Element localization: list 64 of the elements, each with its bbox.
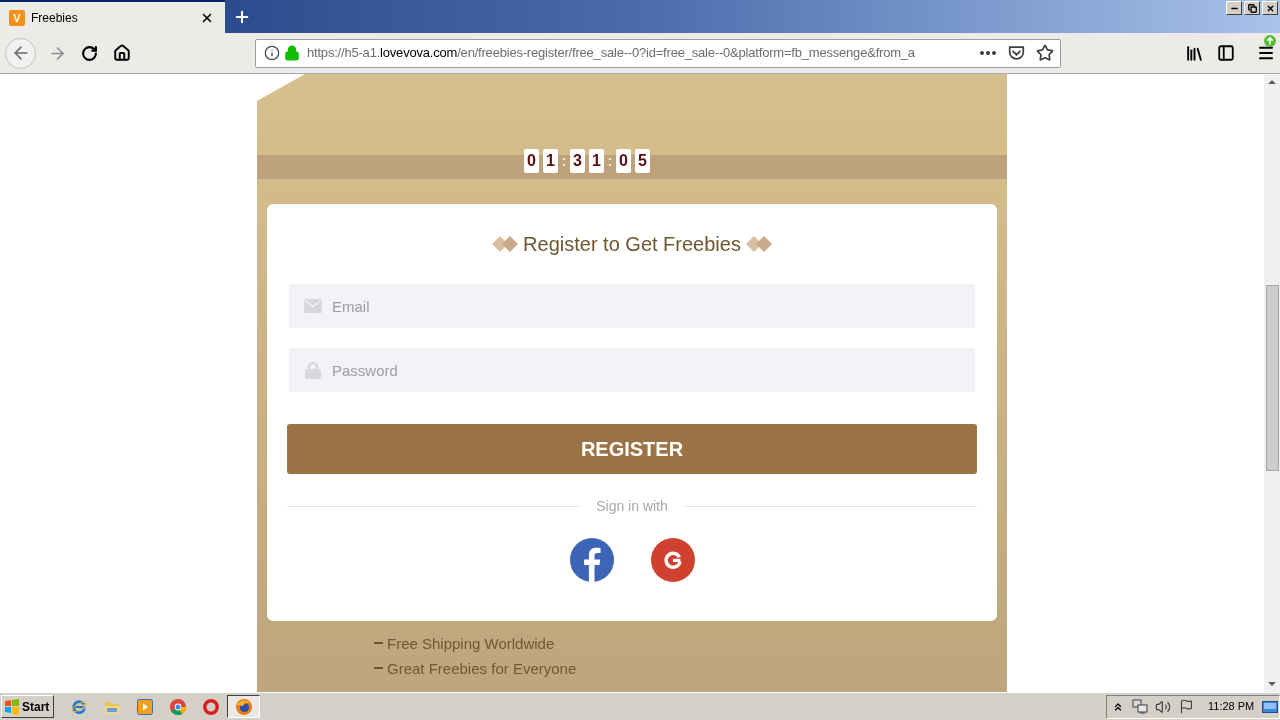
countdown-digit: 0 [524, 149, 539, 173]
password-field[interactable]: Password [289, 348, 975, 392]
update-badge-icon [1264, 35, 1276, 47]
close-icon [1265, 3, 1275, 13]
countdown-digit: 1 [589, 149, 604, 173]
show-desktop-icon[interactable] [1262, 700, 1278, 713]
tab-title[interactable]: Freebies [31, 8, 78, 27]
bookmark-star-icon[interactable] [1036, 44, 1054, 62]
email-field[interactable]: Email [289, 284, 975, 328]
browser-tab[interactable]: V Freebies [0, 0, 225, 33]
info-icon[interactable] [264, 45, 280, 61]
scroll-down-arrow-icon[interactable] [1268, 682, 1276, 686]
benefit-text: Free Shipping Worldwide [387, 634, 555, 655]
benefit-text: Great Freebies for Everyone [387, 659, 577, 680]
countdown-digit: 1 [543, 149, 558, 173]
network-icon[interactable] [1132, 698, 1148, 715]
url-text: https://h5-a1.lovevova.com/en/freebies-register/free_sale--0?id=free_sale--0&platform=fb_messenge&from_a [307, 44, 915, 63]
lock-icon [284, 45, 300, 61]
register-button[interactable]: REGISTER [287, 424, 977, 474]
diamond-ornament-icon [745, 236, 772, 252]
close-button[interactable] [1262, 1, 1278, 15]
divider-label: Sign in with [596, 496, 668, 516]
library-icon[interactable] [1185, 43, 1204, 63]
scroll-up-arrow-icon[interactable] [1268, 80, 1276, 84]
opera-icon [202, 698, 219, 715]
facebook-logo-icon [569, 538, 614, 582]
volume-icon[interactable] [1155, 698, 1171, 715]
menu-icon[interactable] [1257, 44, 1275, 62]
countdown-digit: 3 [570, 149, 585, 173]
start-button[interactable]: Start [1, 695, 54, 718]
taskbar-app-button[interactable] [227, 695, 260, 718]
back-button[interactable] [5, 37, 36, 69]
countdown-separator: : [560, 151, 568, 171]
media-player-icon [136, 698, 153, 715]
restore-button[interactable] [1244, 1, 1260, 15]
diamond-ornament-icon [492, 236, 519, 252]
countdown-separator: : [606, 151, 614, 171]
countdown-digit: 0 [616, 149, 631, 173]
sidebar-icon[interactable] [1217, 44, 1235, 62]
chrome-icon [169, 698, 186, 715]
pocket-icon[interactable] [1008, 45, 1025, 61]
home-icon[interactable] [113, 44, 131, 62]
restore-icon [1247, 3, 1257, 13]
reload-icon[interactable] [81, 44, 98, 62]
site-logo: V [9, 9, 25, 26]
google-logo-icon [650, 538, 695, 582]
windows-flag-icon [4, 698, 20, 715]
vertical-scrollbar[interactable] [1264, 74, 1280, 692]
dash-bullet-icon [374, 641, 383, 644]
action-center-flag-icon[interactable] [1179, 699, 1194, 714]
form-title: Register to Get Freebies [523, 232, 741, 256]
internet-explorer-icon [70, 698, 87, 715]
more-options-icon[interactable] [980, 51, 996, 55]
google-login-button[interactable] [650, 538, 695, 582]
facebook-login-button[interactable] [569, 538, 614, 582]
taskbar-clock[interactable]: 11:28 PM [1208, 698, 1255, 715]
countdown-digit: 5 [635, 149, 650, 173]
address-bar[interactable]: https://h5-a1.lovevova.com/en/freebies-register/free_sale--0?id=free_sale--0&platform=fb_messenge&from_a [255, 38, 1061, 68]
dash-bullet-icon [374, 666, 383, 669]
padlock-icon [304, 361, 322, 379]
minimize-button[interactable] [1226, 1, 1242, 15]
firefox-icon [235, 698, 252, 715]
scrollbar-thumb[interactable] [1265, 285, 1279, 471]
envelope-icon [304, 299, 322, 313]
